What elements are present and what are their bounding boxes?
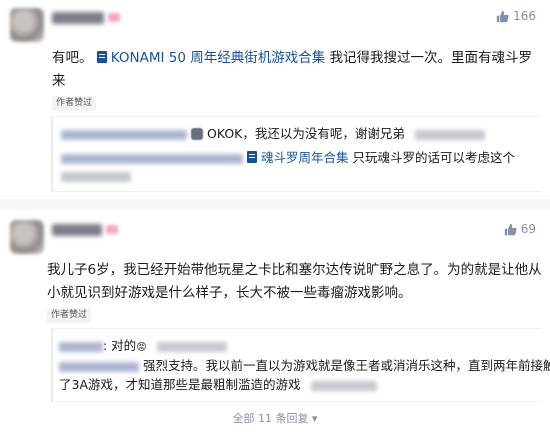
author-liked-tag: 作者赞过 xyxy=(47,308,92,323)
comment-separator xyxy=(0,199,550,210)
reply-author-redacted[interactable] xyxy=(59,361,139,372)
comment-text: 有吧。 KONAMI 50 周年经典街机游戏合集 我记得我搜过一次。里面有魂斗罗… xyxy=(52,50,533,112)
view-all-replies-button[interactable]: 全部 11 条回复 ▾ xyxy=(0,410,550,426)
document-icon xyxy=(246,151,257,163)
thumb-up-icon xyxy=(504,223,517,235)
reply-item: : 对的😡 xyxy=(59,337,227,357)
reply-list: OKOK，我还以为没有呢，谢谢兄弟 魂斗罗周年合集 只玩魂斗罗的话可以考虑这个 xyxy=(51,116,541,192)
like-button[interactable]: 166 xyxy=(496,9,536,23)
username-redacted[interactable] xyxy=(52,12,104,24)
reply-avatar xyxy=(190,128,203,140)
product-link[interactable]: KONAMI 50 周年经典街机游戏合集 xyxy=(96,50,325,66)
like-count: 69 xyxy=(520,222,536,236)
thumb-up-icon xyxy=(496,10,509,22)
reply-meta-redacted xyxy=(61,171,131,182)
comment-text: 我儿子6岁，我已经开始带他玩星之卡比和塞尔达传说旷野之息了。为的就是让他从 小就… xyxy=(47,262,542,301)
reply-list: : 对的😡 强烈支持。我以前一直以为游戏就是像王者或消消乐这种，直到两年前接触 … xyxy=(51,328,550,402)
reply-meta-redacted xyxy=(156,341,227,352)
document-icon xyxy=(96,51,107,63)
reply-author-redacted[interactable] xyxy=(59,341,103,352)
comment-item: 166 有吧。 KONAMI 50 周年经典街机游戏合集 我记得我搜过一次。里面… xyxy=(0,0,550,198)
angry-emoji-icon: 😡 xyxy=(136,342,147,353)
chevron-down-icon: ▾ xyxy=(311,412,318,425)
user-badge xyxy=(108,13,120,22)
comment-item: 69 我儿子6岁，我已经开始带他玩星之卡比和塞尔达传说旷野之息了。为的就是让他从… xyxy=(0,210,550,438)
like-button[interactable]: 69 xyxy=(504,222,536,236)
reply-author-redacted[interactable] xyxy=(61,153,243,164)
avatar[interactable] xyxy=(10,220,44,254)
reply-item: 强烈支持。我以前一直以为游戏就是像王者或消消乐这种，直到两年前接触 xyxy=(59,357,550,375)
reply-item: OKOK，我还以为没有呢，谢谢兄弟 xyxy=(61,125,485,143)
reply-item-cont: 了3A游戏，才知道那些是最粗制滥造的游戏 xyxy=(59,376,377,394)
reply-item: 魂斗罗周年合集 只玩魂斗罗的话可以考虑这个 xyxy=(61,149,515,167)
reply-author-redacted[interactable] xyxy=(61,129,187,140)
reply-meta-redacted xyxy=(310,380,377,391)
product-link[interactable]: 魂斗罗周年合集 xyxy=(246,150,349,165)
like-count: 166 xyxy=(513,9,536,23)
username-redacted[interactable] xyxy=(52,224,102,236)
reply-meta-redacted xyxy=(414,129,485,140)
reply-meta xyxy=(61,167,131,185)
avatar[interactable] xyxy=(10,8,44,42)
author-liked-tag: 作者赞过 xyxy=(52,96,97,111)
user-badge xyxy=(106,225,118,234)
